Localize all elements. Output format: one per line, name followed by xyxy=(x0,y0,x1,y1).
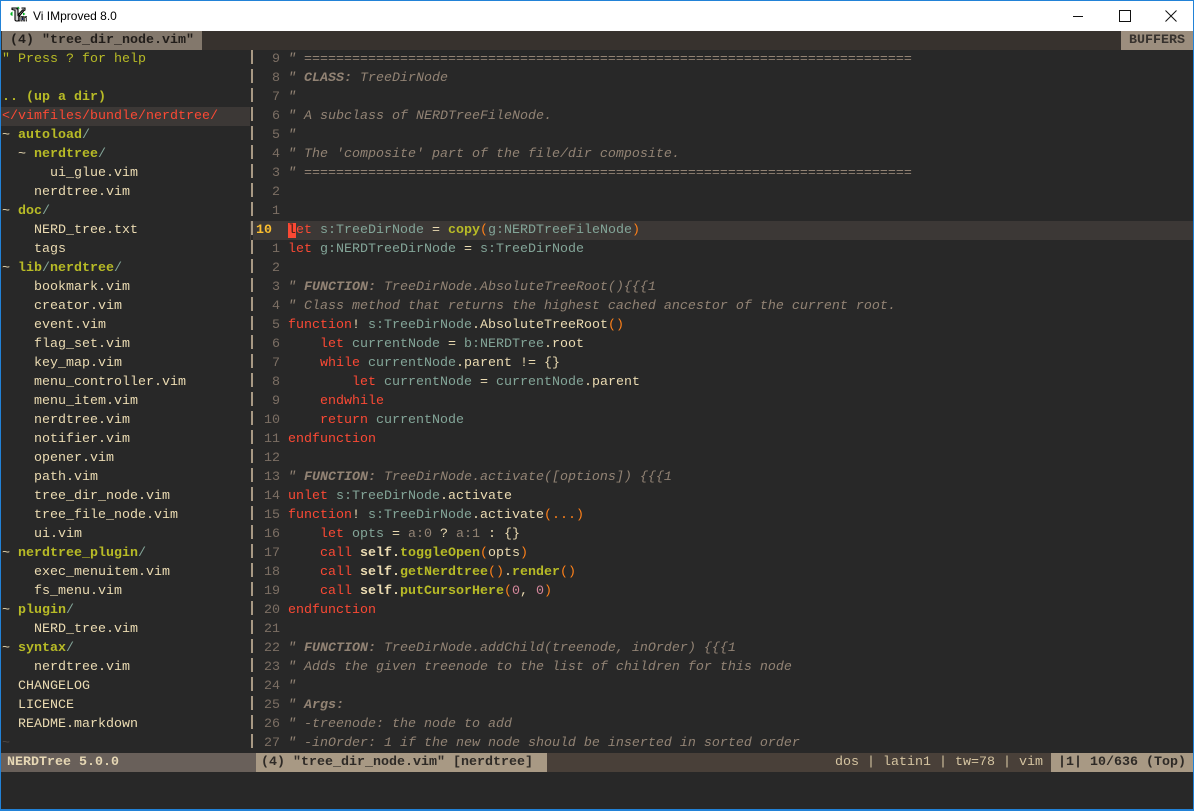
svg-text:im: im xyxy=(18,13,27,23)
